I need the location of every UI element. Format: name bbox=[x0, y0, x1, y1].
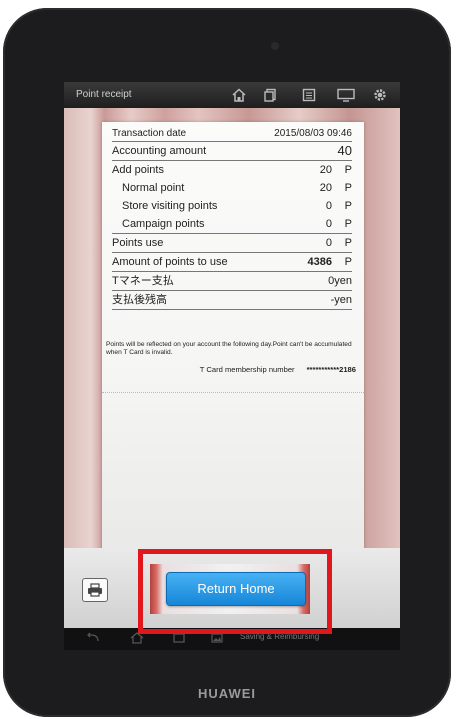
normal-point-value: 20 bbox=[319, 182, 332, 194]
balance-row: 支払後残高 -yen bbox=[112, 290, 352, 310]
normal-point-row: Normal point 20 P bbox=[112, 179, 352, 197]
point-receipt: Transaction date 2015/08/03 09:46 Accoun… bbox=[102, 122, 364, 552]
points-use-unit: P bbox=[344, 237, 352, 249]
campaign-points-label: Campaign points bbox=[122, 218, 205, 230]
normal-point-unit: P bbox=[344, 182, 352, 194]
brand-logo: HUAWEI bbox=[198, 686, 256, 701]
receipt-divider bbox=[102, 392, 364, 393]
accounting-amount-value: 40 bbox=[337, 143, 352, 158]
card-number-label: T Card membership number bbox=[199, 365, 295, 374]
accounting-amount-label: Accounting amount bbox=[112, 145, 207, 157]
accounting-amount-row: Accounting amount 40 bbox=[112, 141, 352, 160]
add-points-unit: P bbox=[344, 164, 352, 176]
normal-point-label: Normal point bbox=[122, 182, 185, 194]
points-use-row: Points use 0P bbox=[112, 233, 352, 252]
notification-text: Saving & Reimbursing bbox=[240, 632, 320, 641]
transaction-date-value: 2015/08/03 09:46 bbox=[274, 128, 352, 139]
front-camera bbox=[271, 42, 279, 50]
printer-icon bbox=[88, 583, 102, 597]
add-points-value: 20 bbox=[319, 164, 332, 176]
amount-points-row: Amount of points to use 4386 P bbox=[112, 252, 352, 271]
amount-points-unit: P bbox=[344, 256, 352, 268]
page-title: Point receipt bbox=[76, 89, 132, 100]
add-points-label: Add points bbox=[112, 164, 164, 176]
tmoney-value: 0yen bbox=[328, 275, 352, 287]
store-visiting-row: Store visiting points 0P bbox=[112, 197, 352, 215]
receipt-note: Points will be reflected on your account… bbox=[106, 341, 352, 356]
title-bar: Point receipt bbox=[64, 82, 400, 108]
store-visiting-value: 0 bbox=[325, 200, 332, 212]
tmoney-row: Tマネー支払 0yen bbox=[112, 271, 352, 290]
store-visiting-unit: P bbox=[344, 200, 352, 212]
amount-points-value: 4386 bbox=[307, 256, 332, 268]
points-use-label: Points use bbox=[112, 237, 164, 249]
add-points-row: Add points 20 P bbox=[112, 160, 352, 179]
copy-icon[interactable] bbox=[264, 88, 278, 102]
campaign-points-value: 0 bbox=[325, 218, 332, 230]
card-number-value: ***********2186 bbox=[306, 365, 356, 374]
amount-points-label: Amount of points to use bbox=[112, 256, 228, 268]
tmoney-label: Tマネー支払 bbox=[112, 275, 174, 287]
transaction-date-row: Transaction date 2015/08/03 09:46 bbox=[112, 126, 352, 141]
campaign-points-unit: P bbox=[344, 218, 352, 230]
balance-label: 支払後残高 bbox=[112, 294, 167, 306]
campaign-points-row: Campaign points 0P bbox=[112, 215, 352, 233]
card-number-row: T Card membership number ***********2186 bbox=[102, 365, 356, 374]
screen-icon[interactable] bbox=[337, 88, 355, 102]
gear-icon[interactable] bbox=[373, 88, 387, 102]
transaction-date-label: Transaction date bbox=[112, 128, 187, 139]
print-button[interactable] bbox=[82, 578, 108, 602]
store-visiting-label: Store visiting points bbox=[122, 200, 218, 212]
highlight-frame bbox=[138, 549, 332, 634]
back-icon[interactable] bbox=[86, 632, 100, 644]
list-icon[interactable] bbox=[302, 88, 316, 102]
points-use-value: 0 bbox=[325, 237, 332, 249]
home-icon[interactable] bbox=[232, 88, 246, 102]
balance-value: -yen bbox=[330, 294, 352, 306]
